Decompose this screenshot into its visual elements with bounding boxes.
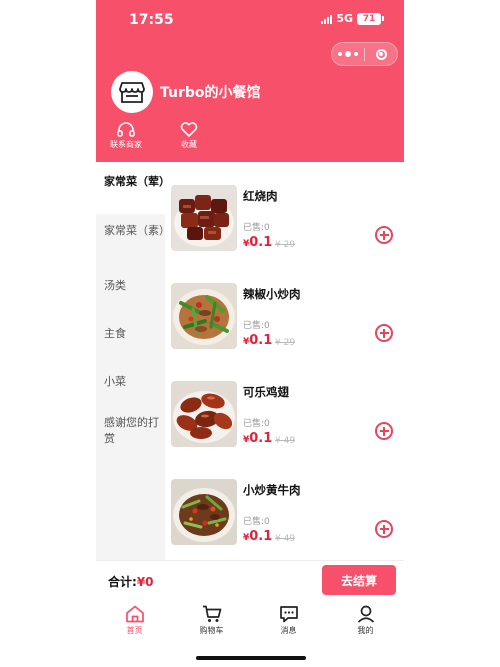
target-close-icon[interactable] [365,43,397,65]
dish-photo-stir-fried-beef [171,479,237,545]
store-header: 17:55 5G 71 Turbo的小餐馆 联系商家 收藏 [96,0,404,162]
bottom-tab-bar: 首页 购物车 消息 我的 [96,602,404,646]
add-to-cart-button[interactable] [375,422,393,440]
phone-screen: 17:55 5G 71 Turbo的小餐馆 联系商家 收藏 家常菜（荤） 家常菜… [96,0,404,667]
contact-merchant-label: 联系商家 [110,140,142,149]
tab-profile[interactable]: 我的 [327,602,404,646]
category-side-dishes[interactable]: 小菜 [96,358,165,406]
contact-merchant-button[interactable]: 联系商家 [110,122,142,150]
signal-icon [321,14,333,24]
category-tip[interactable]: 感谢您的打赏 [96,406,165,454]
dish-original-price: ¥ 49 [275,534,296,544]
home-indicator [196,656,306,660]
dish-original-price: ¥ 49 [275,436,296,446]
dish-sold-count: 已售:0 [243,517,270,527]
category-label: 家常菜（荤） [104,175,170,188]
dish-list: 红烧肉 已售:0 ¥0.1 ¥ 29 辣椒小炒肉 已售:0 ¥ 0.1 ¥ 29… [165,162,404,560]
dish-price: ¥0.1 [243,235,272,250]
network-type: 5G [336,12,353,25]
tab-messages[interactable]: 消息 [250,602,327,646]
cart-total-value: ¥0 [136,575,154,589]
price-value: 0.1 [249,529,273,544]
more-dots-icon[interactable] [332,43,364,65]
dish-sold-count: 已售:0 [243,419,270,429]
dish-sold-count: 已售:0 [243,223,270,233]
status-indicators: 5G 71 [321,12,384,25]
dish-name: 红烧肉 [243,189,278,203]
category-meat-dishes[interactable]: 家常菜（荤） [96,162,170,214]
category-label: 汤类 [104,279,126,292]
price-value: 0.1 [249,431,273,446]
dish-original-price: ¥ 29 [275,240,296,250]
dish-sold-count: 已售:0 [243,321,270,331]
dish-photo-chili-pork [171,283,237,349]
cart-icon [202,605,221,622]
category-label: 家常菜（素） [104,224,170,237]
checkout-button[interactable]: 去结算 [322,565,396,595]
message-icon [279,606,298,623]
status-time: 17:55 [129,12,174,28]
category-label: 感谢您的打赏 [104,416,159,445]
dish-item[interactable]: 可乐鸡翅 已售:0 ¥0.1 ¥ 49 [165,381,404,477]
add-to-cart-button[interactable] [375,324,393,342]
dish-photo-cola-wings [171,381,237,447]
dish-item[interactable]: 辣椒小炒肉 已售:0 ¥0.1 ¥ 29 [165,283,404,379]
miniprogram-capsule [331,42,398,66]
store-name: Turbo的小餐馆 [160,85,261,101]
storefront-icon [111,71,153,113]
dish-price: ¥0.1 [243,529,272,544]
category-soups[interactable]: 汤类 [96,262,165,310]
tab-label: 购物车 [199,626,224,635]
dish-item[interactable]: 红烧肉 已售:0 ¥0.1 ¥ 29 [165,185,404,281]
add-to-cart-button[interactable] [375,226,393,244]
cart-total-label: 合计: [108,575,137,589]
tab-home[interactable]: 首页 [96,602,173,646]
favorite-button[interactable]: 收藏 [180,122,198,150]
user-icon [357,605,374,623]
battery-tip [382,16,384,21]
home-icon [125,605,144,623]
dish-name: 辣椒小炒肉 [243,287,301,301]
price-value: 0.1 [249,235,273,250]
cart-total: 合计:¥0 [108,573,154,590]
category-label: 主食 [104,327,126,340]
tab-cart[interactable]: 购物车 [173,602,250,646]
heart-icon [180,122,198,137]
category-label: 小菜 [104,375,126,388]
dish-photo-braised-pork [171,185,237,251]
cart-summary-bar: 合计:¥0 去结算 [96,560,404,603]
add-to-cart-button[interactable] [375,520,393,538]
battery-icon: 71 [357,12,381,25]
favorite-label: 收藏 [181,140,197,149]
category-vegetable-dishes[interactable]: 家常菜（素） [96,214,170,262]
headset-icon [117,122,135,137]
dish-name: 小炒黄牛肉 [243,483,301,497]
category-staples[interactable]: 主食 [96,310,165,358]
dish-price: ¥0.1 [243,333,272,348]
dish-name: 可乐鸡翅 [243,385,289,399]
category-sidebar: 家常菜（荤） 家常菜（素） 汤类 主食 小菜 感谢您的打赏 [96,162,170,560]
dish-price: ¥0.1 [243,431,272,446]
price-value: 0.1 [249,333,273,348]
tab-label: 首页 [126,626,143,635]
dish-original-price: ¥ 29 [275,338,296,348]
tab-label: 消息 [280,626,297,635]
tab-label: 我的 [357,626,374,635]
